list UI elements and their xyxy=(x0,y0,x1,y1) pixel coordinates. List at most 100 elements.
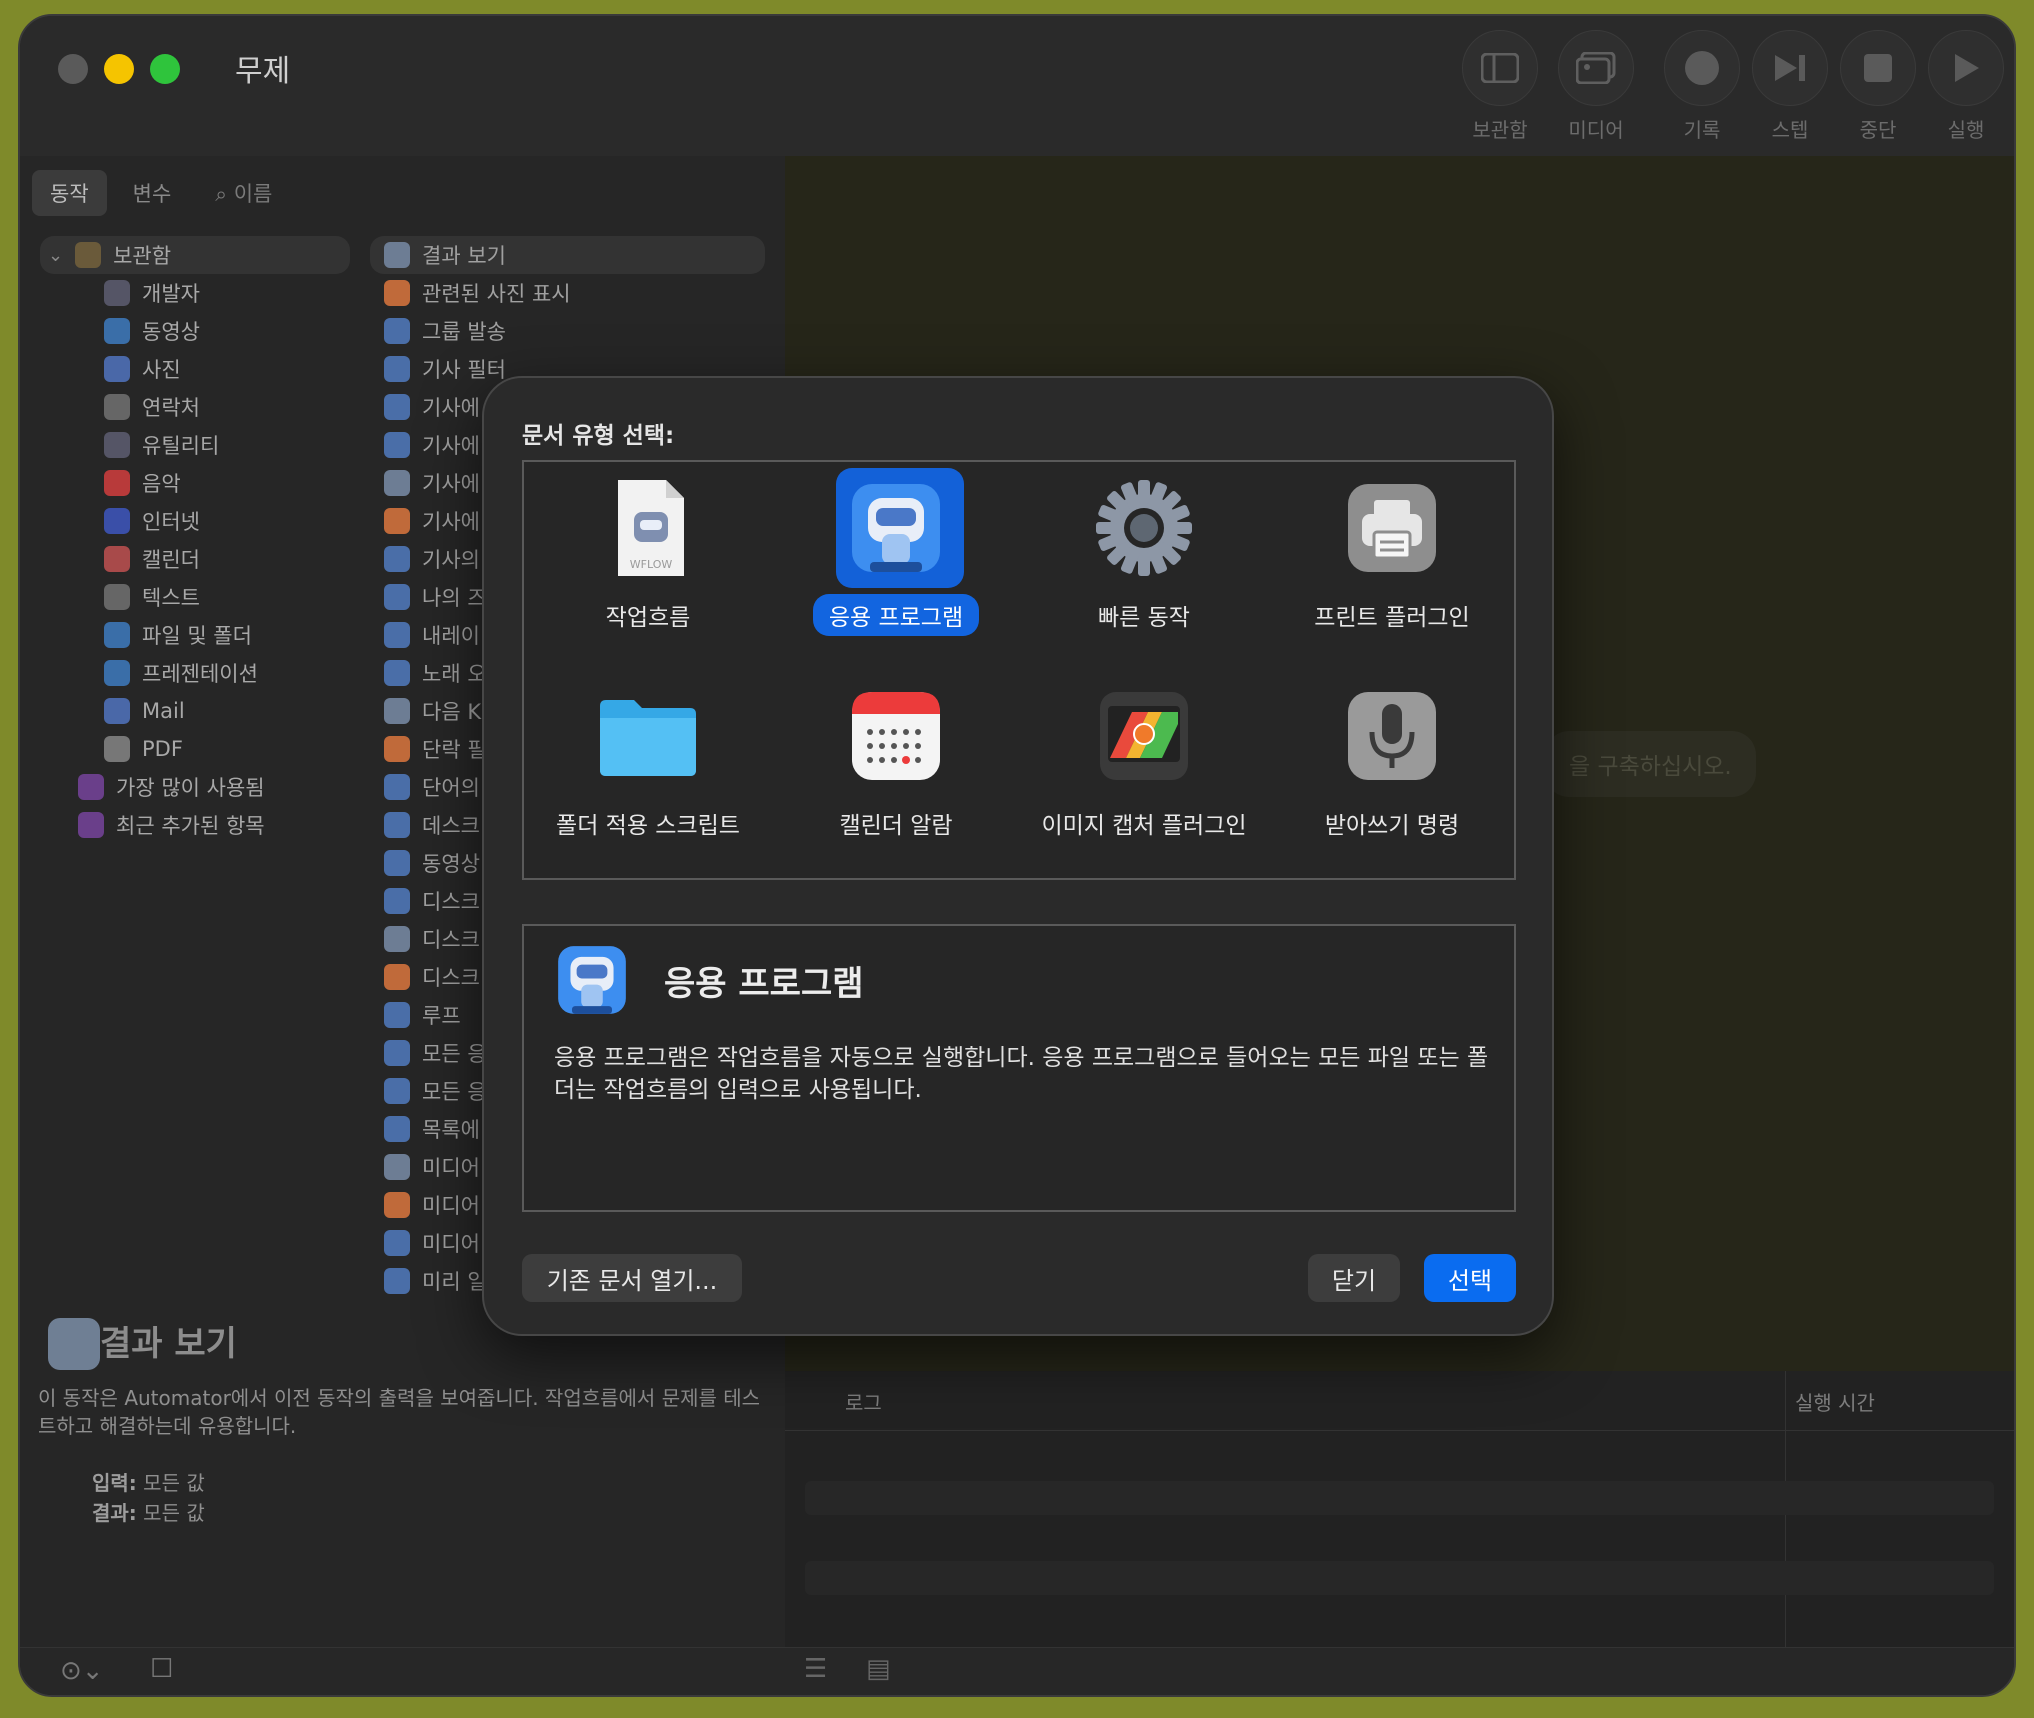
description-text: 이 동작은 Automator에서 이전 동작의 출력을 보여줍니다. 작업흐름… xyxy=(38,1386,761,1438)
library-smart-group-item[interactable]: 최근 추가된 항목 xyxy=(40,806,350,844)
zoom-window-button[interactable] xyxy=(150,54,180,84)
action-icon xyxy=(384,736,410,762)
action-label: 기사에 xyxy=(422,472,480,496)
toolbar-record-button[interactable]: 기록 xyxy=(1662,30,1742,143)
type-dictation-command[interactable]: 받아쓰기 명령 xyxy=(1268,670,1516,870)
action-icon xyxy=(384,242,410,268)
toolbar-media-label: 미디어 xyxy=(1568,118,1624,142)
action-icon xyxy=(384,888,410,914)
type-calendar-alarm-label: 캘린더 알람 xyxy=(839,813,953,839)
action-label: 루프 xyxy=(422,1004,461,1028)
smart-folder-icon xyxy=(78,812,104,838)
close-button[interactable]: 닫기 xyxy=(1308,1254,1400,1302)
show-description-icon[interactable]: ☐ xyxy=(150,1654,173,1684)
toolbar-media-button[interactable]: 미디어 xyxy=(1556,30,1636,143)
toolbar-stop-label: 중단 xyxy=(1859,118,1897,142)
library-category-label: 유틸리티 xyxy=(142,434,220,458)
result-label: 결과: xyxy=(92,1501,137,1525)
description-title: 결과 보기 xyxy=(100,1324,237,1364)
tab-actions[interactable]: 동작 xyxy=(32,170,107,216)
library-category-label: 음악 xyxy=(142,472,181,496)
action-icon xyxy=(384,622,410,648)
action-icon xyxy=(384,1116,410,1142)
library-category-item[interactable]: 프레젠테이션 xyxy=(40,654,350,692)
type-folder-action-label: 폴더 적용 스크립트 xyxy=(556,813,740,839)
close-window-button[interactable] xyxy=(58,54,88,84)
library-category-item[interactable]: 텍스트 xyxy=(40,578,350,616)
minimize-window-button[interactable] xyxy=(104,54,134,84)
type-calendar-alarm[interactable]: 캘린더 알람 xyxy=(772,670,1020,870)
library-category-item[interactable]: 캘린더 xyxy=(40,540,350,578)
toolbar-step-button[interactable]: 스텝 xyxy=(1750,30,1830,143)
action-list-item[interactable]: 결과 보기 xyxy=(370,236,765,274)
action-icon xyxy=(384,1040,410,1066)
category-icon xyxy=(104,280,130,306)
action-label: 기사의 xyxy=(422,548,480,572)
library-category-item[interactable]: 연락처 xyxy=(40,388,350,426)
library-category-label: 동영상 xyxy=(142,320,200,344)
tab-variables[interactable]: 변수 xyxy=(115,170,190,216)
list-view-icon[interactable]: ☰ xyxy=(804,1654,827,1684)
type-quick-action[interactable]: 빠른 동작 xyxy=(1020,462,1268,662)
library-root-item[interactable]: ⌄ 보관함 xyxy=(40,236,350,274)
action-icon xyxy=(384,1230,410,1256)
toolbar-stop-button[interactable]: 중단 xyxy=(1838,30,1918,143)
type-workflow[interactable]: WFLOW 작업흐름 xyxy=(524,462,772,662)
library-category-item[interactable]: 음악 xyxy=(40,464,350,502)
library-category-item[interactable]: 사진 xyxy=(40,350,350,388)
run-time-column-header[interactable]: 실행 시간 xyxy=(1795,1387,1875,1416)
library-category-item[interactable]: PDF xyxy=(40,730,350,768)
library-panel-icon xyxy=(1481,53,1519,83)
more-options-icon[interactable]: ⊙⌄ xyxy=(60,1656,104,1686)
log-column-header[interactable]: 로그 xyxy=(845,1387,882,1416)
action-label: 관련된 사진 표시 xyxy=(422,282,571,306)
toolbar-run-label: 실행 xyxy=(1947,118,1985,142)
toolbar-run-button[interactable]: 실행 xyxy=(1926,30,2006,143)
library-category-item[interactable]: 파일 및 폴더 xyxy=(40,616,350,654)
library-books-icon xyxy=(75,242,102,268)
action-icon xyxy=(384,1154,410,1180)
microphone-icon xyxy=(1340,684,1444,788)
library-category-item[interactable]: 유틸리티 xyxy=(40,426,350,464)
media-icon xyxy=(1576,52,1616,84)
search-placeholder: 이름 xyxy=(233,182,273,206)
type-image-capture-plugin[interactable]: 이미지 캡처 플러그인 xyxy=(1020,670,1268,870)
library-smart-group-item[interactable]: 가장 많이 사용됨 xyxy=(40,768,350,806)
action-icon xyxy=(384,508,410,534)
type-image-capture-plugin-label: 이미지 캡처 플러그인 xyxy=(1041,813,1247,839)
search-field[interactable]: ⌕ 이름 xyxy=(197,170,290,216)
library-category-item[interactable]: Mail xyxy=(40,692,350,730)
select-button[interactable]: 선택 xyxy=(1424,1254,1516,1302)
action-label: 모든 응 xyxy=(422,1042,487,1066)
library-root-label: 보관함 xyxy=(113,244,172,268)
dialog-title: 문서 유형 선택: xyxy=(522,423,675,449)
library-category-label: 개발자 xyxy=(142,282,200,306)
category-icon xyxy=(104,736,130,762)
action-icon xyxy=(384,774,410,800)
action-label: 동영상 xyxy=(422,852,480,876)
library-category-item[interactable]: 인터넷 xyxy=(40,502,350,540)
action-icon xyxy=(384,926,410,952)
type-print-plugin-label: 프린트 플러그인 xyxy=(1314,605,1470,631)
action-list-item[interactable]: 관련된 사진 표시 xyxy=(370,274,765,312)
action-label: 미디어 xyxy=(422,1156,480,1180)
category-icon xyxy=(104,584,130,610)
type-application[interactable]: 응용 프로그램 xyxy=(772,462,1020,662)
type-print-plugin[interactable]: 프린트 플러그인 xyxy=(1268,462,1516,662)
action-label: 결과 보기 xyxy=(422,244,506,268)
library-category-item[interactable]: 개발자 xyxy=(40,274,350,312)
library-list: ⌄ 보관함 개발자동영상사진 연락처유틸리티음악인터넷 캘린더 텍스트 파일 및 폴더 프… xyxy=(40,236,350,844)
open-existing-document-button[interactable]: 기존 문서 열기... xyxy=(522,1254,742,1302)
type-dictation-command-label: 받아쓰기 명령 xyxy=(1324,813,1460,839)
action-list-item[interactable]: 그룹 발송 xyxy=(370,312,765,350)
action-label: 단락 필 xyxy=(422,738,487,762)
library-category-item[interactable]: 동영상 xyxy=(40,312,350,350)
toolbar-library-button[interactable]: 보관함 xyxy=(1460,30,1540,143)
type-workflow-label: 작업흐름 xyxy=(605,605,691,631)
action-label: 내레이 xyxy=(422,624,480,648)
type-folder-action[interactable]: 폴더 적용 스크립트 xyxy=(524,670,772,870)
automator-robot-icon xyxy=(552,940,632,1020)
library-tabs: 동작 변수 ⌕ 이름 xyxy=(32,170,290,216)
toolbar-record-label: 기록 xyxy=(1683,118,1721,142)
split-view-icon[interactable]: ▤ xyxy=(866,1654,891,1684)
